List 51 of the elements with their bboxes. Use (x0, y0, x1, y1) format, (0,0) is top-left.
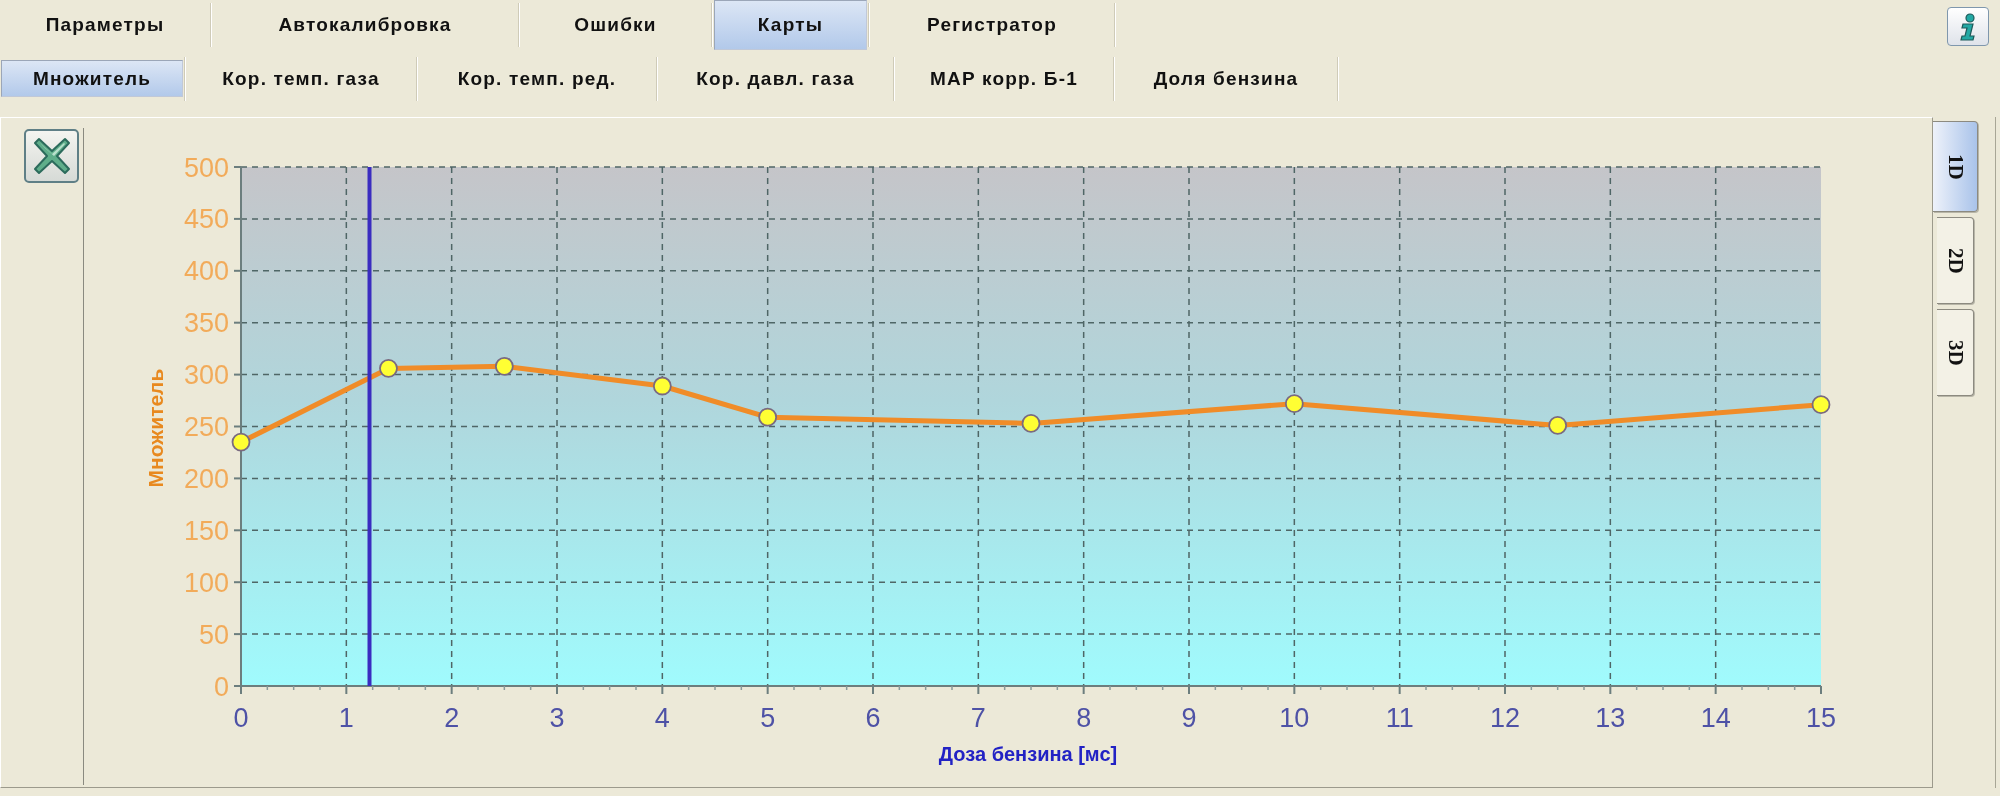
info-button[interactable] (1947, 7, 1989, 46)
x-tick-label: 8 (1076, 703, 1092, 733)
close-icon (31, 136, 72, 176)
data-point (1811, 395, 1831, 415)
tab[interactable]: Множитель (1, 60, 183, 97)
x-tick-label: 1 (338, 703, 354, 733)
tab[interactable]: Кор. темп. ред. (419, 60, 655, 97)
x-tick-label: 7 (970, 703, 986, 733)
tab[interactable]: Параметры (1, 0, 209, 50)
tab[interactable]: Карты (714, 0, 867, 50)
y-tick-label: 400 (183, 256, 229, 287)
x-tick-label: 5 (760, 703, 776, 733)
tab[interactable]: Кор. темп. газа (187, 60, 415, 97)
x-tick-label: 3 (549, 703, 565, 733)
view-tab[interactable]: 3D (1937, 309, 1974, 396)
y-tick-label: 100 (183, 567, 229, 598)
data-point (231, 432, 251, 452)
x-tick-label: 11 (1385, 703, 1414, 733)
y-tick-label: 250 (183, 412, 229, 442)
x-tick-label: 12 (1490, 703, 1520, 733)
y-tick-label: 0 (213, 671, 229, 702)
x-tick-label: 13 (1595, 703, 1626, 733)
tab[interactable]: MAP корр. Б-1 (896, 60, 1112, 97)
y-tick-label: 200 (183, 463, 229, 494)
data-point (758, 407, 778, 427)
x-tick-label: 2 (444, 703, 460, 733)
data-point (652, 376, 672, 396)
y-axis-title: Множитель (143, 368, 167, 488)
tab[interactable]: Доля бензина (1116, 60, 1336, 97)
view-tab[interactable]: 1D (1933, 121, 1978, 212)
x-tick-label: 15 (1806, 703, 1836, 733)
x-tick-label: 4 (654, 703, 670, 733)
x-tick-label: 9 (1181, 703, 1197, 733)
x-tick-label: 0 (233, 703, 249, 733)
y-tick-label: 500 (183, 152, 229, 183)
data-point (1021, 414, 1041, 433)
y-tick-label: 150 (183, 515, 229, 546)
view-tab[interactable]: 2D (1937, 217, 1974, 304)
y-tick-label: 350 (183, 308, 229, 339)
x-axis-title: Доза бензина [мс] (938, 743, 1118, 765)
x-tick-label: 14 (1700, 703, 1731, 733)
y-tick-label: 300 (183, 360, 229, 391)
y-tick-label: 50 (198, 619, 229, 650)
tab[interactable]: Ошибки (521, 0, 710, 50)
close-button[interactable] (24, 129, 79, 183)
tab[interactable]: Автокалибровка (213, 0, 517, 50)
tab[interactable]: Кор. давл. газа (659, 60, 892, 97)
x-tick-label: 6 (865, 703, 881, 733)
x-tick-label: 10 (1279, 703, 1310, 733)
y-tick-label: 450 (183, 204, 229, 235)
tab[interactable]: Регистратор (871, 0, 1113, 50)
